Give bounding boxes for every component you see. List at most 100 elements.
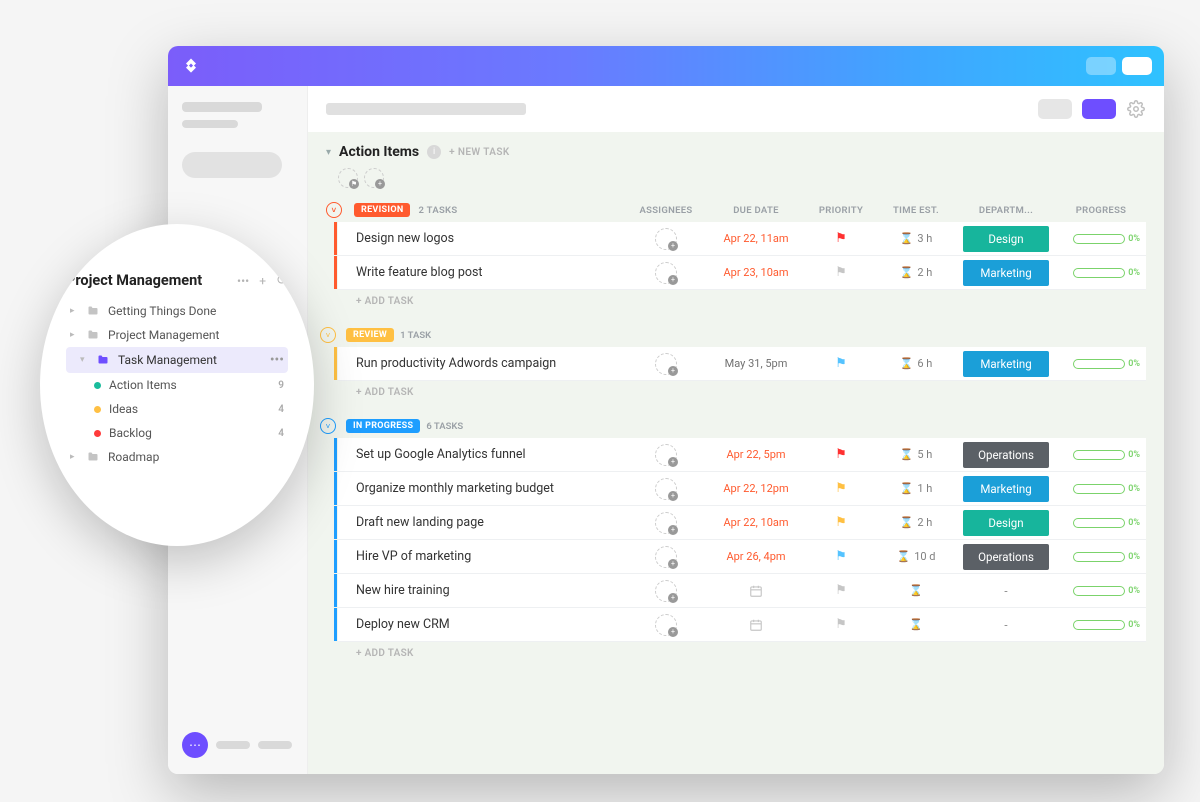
more-icon[interactable]: ••• [237,274,249,288]
task-department[interactable]: Marketing [963,476,1049,502]
task-assignee[interactable]: + [626,228,706,250]
task-row[interactable]: Organize monthly marketing budget + Apr … [338,472,1146,506]
task-progress[interactable]: 0% [1056,518,1146,528]
sidebar-item[interactable]: Ideas4 [66,397,288,421]
task-progress[interactable]: 0% [1056,234,1146,244]
task-row[interactable]: Draft new landing page + Apr 22, 10am ⚑ … [338,506,1146,540]
task-department[interactable]: Design [963,510,1049,536]
col-assignees[interactable]: ASSIGNEES [626,205,706,216]
task-progress[interactable]: 0% [1056,620,1146,630]
add-task-button[interactable]: + ADD TASK [308,642,1164,671]
task-name[interactable]: Draft new landing page [338,507,626,538]
task-assignee[interactable]: + [626,353,706,375]
task-progress[interactable]: 0% [1056,552,1146,562]
priority-flag-icon[interactable]: ⚑ [806,515,876,530]
task-department[interactable]: Operations [963,442,1049,468]
col-department[interactable]: DEPARTM... [956,205,1056,216]
sidebar-item[interactable]: Action Items9 [66,373,288,397]
priority-flag-icon[interactable]: ⚑ [806,549,876,564]
add-task-button[interactable]: + ADD TASK [308,381,1164,410]
filter-icon[interactable]: ⚑ [338,168,358,188]
priority-flag-icon[interactable]: ⚑ [806,447,876,462]
more-icon[interactable]: ••• [270,352,284,368]
status-chip[interactable]: REVIEW [346,328,394,342]
task-assignee[interactable]: + [626,546,706,568]
task-due[interactable]: Apr 22, 5pm [706,448,806,461]
assignee-filter-icon[interactable]: + [364,168,384,188]
task-name[interactable]: Write feature blog post [338,257,626,288]
task-due[interactable]: May 31, 5pm [706,357,806,370]
view-toggle-1[interactable] [1038,99,1072,119]
info-icon[interactable]: i [427,145,441,159]
task-department[interactable]: Design [963,226,1049,252]
sidebar-search-placeholder[interactable] [182,152,282,178]
task-est[interactable]: ⌛6 h [876,357,956,370]
task-name[interactable]: Set up Google Analytics funnel [338,439,626,470]
group-collapse-toggle[interactable]: ˅ [320,327,336,343]
task-est[interactable]: ⌛ [876,618,956,631]
status-chip[interactable]: REVISION [354,203,410,217]
list-collapse-caret[interactable]: ▾ [326,147,331,158]
task-name[interactable]: Design new logos [338,223,626,254]
task-row[interactable]: Design new logos + Apr 22, 11am ⚑ ⌛3 h D… [338,222,1146,256]
sidebar-item[interactable]: ▸Roadmap [66,445,288,469]
priority-flag-icon[interactable]: ⚑ [806,265,876,280]
task-due[interactable]: Apr 26, 4pm [706,550,806,563]
task-assignee[interactable]: + [626,580,706,602]
task-name[interactable]: Organize monthly marketing budget [338,473,626,504]
new-task-button[interactable]: + NEW TASK [449,147,510,158]
task-due[interactable]: Apr 22, 11am [706,232,806,245]
task-progress[interactable]: 0% [1056,586,1146,596]
priority-flag-icon[interactable]: ⚑ [806,481,876,496]
task-department[interactable]: Marketing [963,351,1049,377]
task-progress[interactable]: 0% [1056,484,1146,494]
priority-flag-icon[interactable]: ⚑ [806,617,876,632]
task-due[interactable]: Apr 22, 12pm [706,482,806,495]
task-department[interactable]: Operations [963,544,1049,570]
task-row[interactable]: Hire VP of marketing + Apr 26, 4pm ⚑ ⌛10… [338,540,1146,574]
priority-flag-icon[interactable]: ⚑ [806,583,876,598]
col-time-est[interactable]: TIME EST. [876,205,956,216]
task-name[interactable]: Run productivity Adwords campaign [338,348,626,379]
sidebar-item[interactable]: ▸Getting Things Done [66,299,288,323]
col-due-date[interactable]: DUE DATE [706,205,806,216]
task-due[interactable]: Apr 23, 10am [706,266,806,279]
task-est[interactable]: ⌛2 h [876,516,956,529]
task-department[interactable]: - [963,578,1049,604]
sidebar-item[interactable]: ▸Project Management [66,323,288,347]
sidebar-item[interactable]: Backlog4 [66,421,288,445]
chat-icon[interactable]: ⋯ [182,732,208,758]
task-row[interactable]: Deploy new CRM + ⚑ ⌛ - 0% [338,608,1146,642]
priority-flag-icon[interactable]: ⚑ [806,231,876,246]
task-progress[interactable]: 0% [1056,450,1146,460]
task-due[interactable]: Apr 22, 10am [706,516,806,529]
task-est[interactable]: ⌛1 h [876,482,956,495]
task-est[interactable]: ⌛5 h [876,448,956,461]
task-row[interactable]: Run productivity Adwords campaign + May … [338,347,1146,381]
group-collapse-toggle[interactable]: ˅ [326,202,342,218]
group-collapse-toggle[interactable]: ˅ [320,418,336,434]
task-est[interactable]: ⌛ [876,584,956,597]
sidebar-item[interactable]: ▾Task Management••• [66,347,288,373]
task-row[interactable]: Write feature blog post + Apr 23, 10am ⚑… [338,256,1146,290]
task-assignee[interactable]: + [626,444,706,466]
task-progress[interactable]: 0% [1056,359,1146,369]
task-est[interactable]: ⌛2 h [876,266,956,279]
col-priority[interactable]: PRIORITY [806,205,876,216]
task-row[interactable]: New hire training + ⚑ ⌛ - 0% [338,574,1146,608]
plus-icon[interactable]: + [259,274,266,288]
task-department[interactable]: Marketing [963,260,1049,286]
task-row[interactable]: Set up Google Analytics funnel + Apr 22,… [338,438,1146,472]
task-assignee[interactable]: + [626,262,706,284]
col-progress[interactable]: PROGRESS [1056,205,1146,216]
calendar-icon[interactable] [706,584,806,598]
task-assignee[interactable]: + [626,614,706,636]
gear-icon[interactable] [1126,99,1146,119]
priority-flag-icon[interactable]: ⚑ [806,356,876,371]
header-button-2[interactable] [1122,57,1152,75]
task-assignee[interactable]: + [626,478,706,500]
task-assignee[interactable]: + [626,512,706,534]
view-toggle-2[interactable] [1082,99,1116,119]
header-button-1[interactable] [1086,57,1116,75]
add-task-button[interactable]: + ADD TASK [308,290,1164,319]
